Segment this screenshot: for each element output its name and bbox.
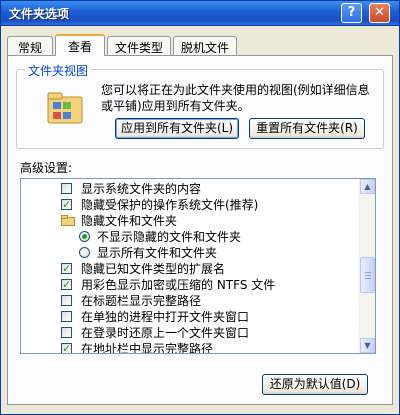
advanced-settings-list[interactable]: 显示系统文件夹的内容 ✓ 隐藏受保护的操作系统文件(推荐) 隐藏文件和文件夹 不… — [20, 178, 376, 354]
checkbox-checked[interactable]: ✓ — [61, 198, 72, 211]
list-item-label: 不显示隐藏的文件和文件夹 — [97, 230, 242, 244]
check-mark-icon: ✓ — [62, 198, 72, 211]
reset-all-folders-button[interactable]: 重置所有文件夹(R) — [249, 118, 365, 139]
view-tab-panel: 文件夹视图 您可以将正在为此文件夹使用的视图(例如详细信息或平铺)应用到所有文件… — [7, 55, 393, 405]
list-item-label: 显示所有文件和文件夹 — [97, 246, 218, 260]
checkbox-unchecked[interactable] — [61, 327, 72, 338]
folder-views-title: 文件夹视图 — [25, 62, 92, 79]
scroll-thumb[interactable] — [360, 257, 375, 293]
list-item-label: 在地址栏中显示完整路径 — [81, 342, 214, 354]
title-bar[interactable]: 文件夹选项 ? ✕ — [1, 1, 399, 26]
list-item-label: 在单独的进程中打开文件夹窗口 — [81, 310, 250, 324]
folder-views-icon — [47, 92, 83, 124]
radio-selected[interactable] — [79, 231, 90, 242]
list-item-label: 在登录时还原上一个文件夹窗口 — [81, 326, 250, 340]
grip-line — [365, 278, 371, 279]
tab-offline-files[interactable]: 脱机文件 — [173, 36, 237, 55]
tab-general[interactable]: 常规 — [7, 36, 53, 55]
window-title: 文件夹选项 — [9, 7, 70, 21]
radio-unselected[interactable] — [79, 247, 90, 258]
checkbox-checked[interactable]: ✓ — [61, 262, 72, 275]
checkbox-unchecked[interactable] — [61, 311, 72, 322]
tab-file-types[interactable]: 文件类型 — [107, 36, 171, 55]
folder-views-description: 您可以将正在为此文件夹使用的视图(例如详细信息或平铺)应用到所有文件夹。 — [101, 83, 370, 113]
tab-view[interactable]: 查看 — [55, 34, 105, 56]
scroll-up-button[interactable]: ▲ — [360, 179, 375, 194]
list-item-label: 用彩色显示加密或压缩的 NTFS 文件 — [81, 278, 276, 292]
apply-to-all-folders-button[interactable]: 应用到所有文件夹(L) — [115, 118, 239, 139]
restore-defaults-button[interactable]: 还原为默认值(D) — [262, 374, 368, 395]
scroll-down-button[interactable]: ▼ — [360, 338, 375, 353]
check-mark-icon: ✓ — [62, 262, 72, 275]
radio-dot-icon — [82, 234, 87, 239]
check-mark-icon: ✓ — [62, 278, 72, 291]
vertical-scrollbar[interactable]: ▲ ▼ — [359, 179, 375, 353]
folder-icon — [61, 215, 75, 226]
list-item-label: 隐藏受保护的操作系统文件(推荐) — [81, 198, 259, 212]
grip-line — [365, 275, 371, 276]
checkbox-checked[interactable]: ✓ — [61, 342, 72, 354]
list-item-label: 隐藏文件和文件夹 — [81, 214, 178, 228]
help-button[interactable]: ? — [341, 3, 362, 23]
list-item-label: 显示系统文件夹的内容 — [81, 182, 202, 196]
close-button[interactable]: ✕ — [369, 3, 390, 23]
list-item-label: 隐藏已知文件类型的扩展名 — [81, 262, 226, 276]
check-mark-icon: ✓ — [62, 342, 72, 354]
folder-options-dialog: 文件夹选项 ? ✕ 常规 查看 文件类型 脱机文件 文件夹视图 您可以将正在为此… — [0, 0, 400, 415]
checkbox-unchecked[interactable] — [61, 183, 72, 194]
list-item-label: 在标题栏显示完整路径 — [81, 294, 202, 308]
advanced-settings-label: 高级设置: — [20, 161, 73, 175]
checkbox-checked[interactable]: ✓ — [61, 278, 72, 291]
checkbox-unchecked[interactable] — [61, 295, 72, 306]
folder-views-group: 文件夹视图 您可以将正在为此文件夹使用的视图(例如详细信息或平铺)应用到所有文件… — [16, 62, 384, 149]
grip-line — [365, 272, 371, 273]
